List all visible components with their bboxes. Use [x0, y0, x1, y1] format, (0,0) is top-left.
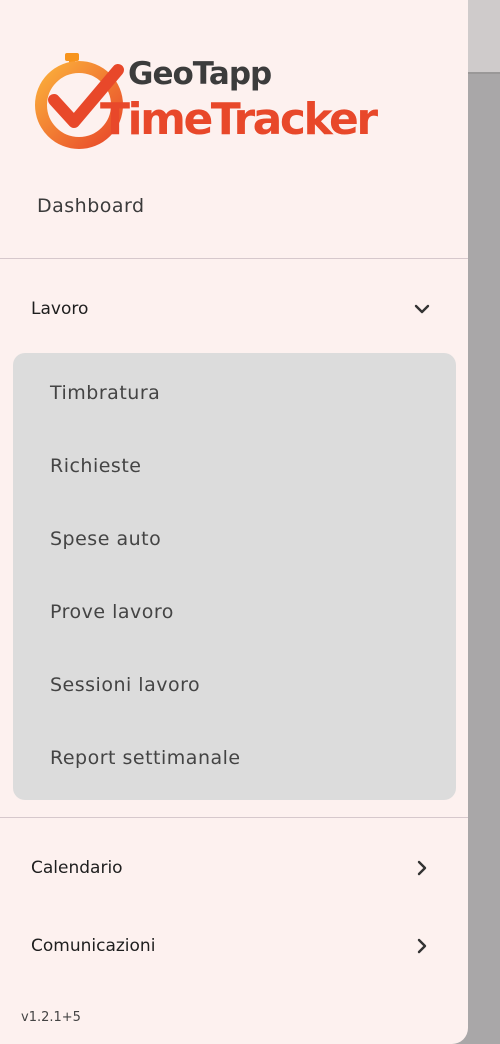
chevron-right-icon [417, 860, 427, 876]
navigation-drawer: GeoTapp TimeTracker Dashboard Lavoro Tim… [0, 0, 468, 1044]
nav-item-dashboard[interactable]: Dashboard [37, 195, 145, 217]
lavoro-submenu: Timbratura Richieste Spese auto Prove la… [13, 353, 456, 800]
divider [0, 817, 468, 818]
logo-text-timetracker: TimeTracker [100, 94, 378, 145]
nav-section-comunicazioni-label: Comunicazioni [31, 936, 156, 956]
submenu-item-timbratura[interactable]: Timbratura [50, 382, 160, 404]
chevron-down-icon [414, 304, 430, 314]
submenu-item-sessioni-lavoro[interactable]: Sessioni lavoro [50, 674, 200, 696]
chevron-right-icon [417, 938, 427, 954]
nav-section-lavoro-label: Lavoro [31, 299, 89, 319]
submenu-item-spese-auto[interactable]: Spese auto [50, 528, 161, 550]
submenu-item-report-settimanale[interactable]: Report settimanale [50, 747, 241, 769]
submenu-item-richieste[interactable]: Richieste [50, 455, 141, 477]
logo-text-geotapp: GeoTapp [128, 56, 272, 92]
nav-section-comunicazioni[interactable]: Comunicazioni [0, 918, 468, 974]
nav-section-lavoro[interactable]: Lavoro [0, 281, 468, 337]
scrim-area[interactable] [468, 0, 500, 74]
submenu-item-prove-lavoro[interactable]: Prove lavoro [50, 601, 174, 623]
divider [0, 258, 468, 259]
nav-section-calendario-label: Calendario [31, 858, 123, 878]
app-version: v1.2.1+5 [21, 1010, 81, 1025]
nav-section-calendario[interactable]: Calendario [0, 840, 468, 896]
